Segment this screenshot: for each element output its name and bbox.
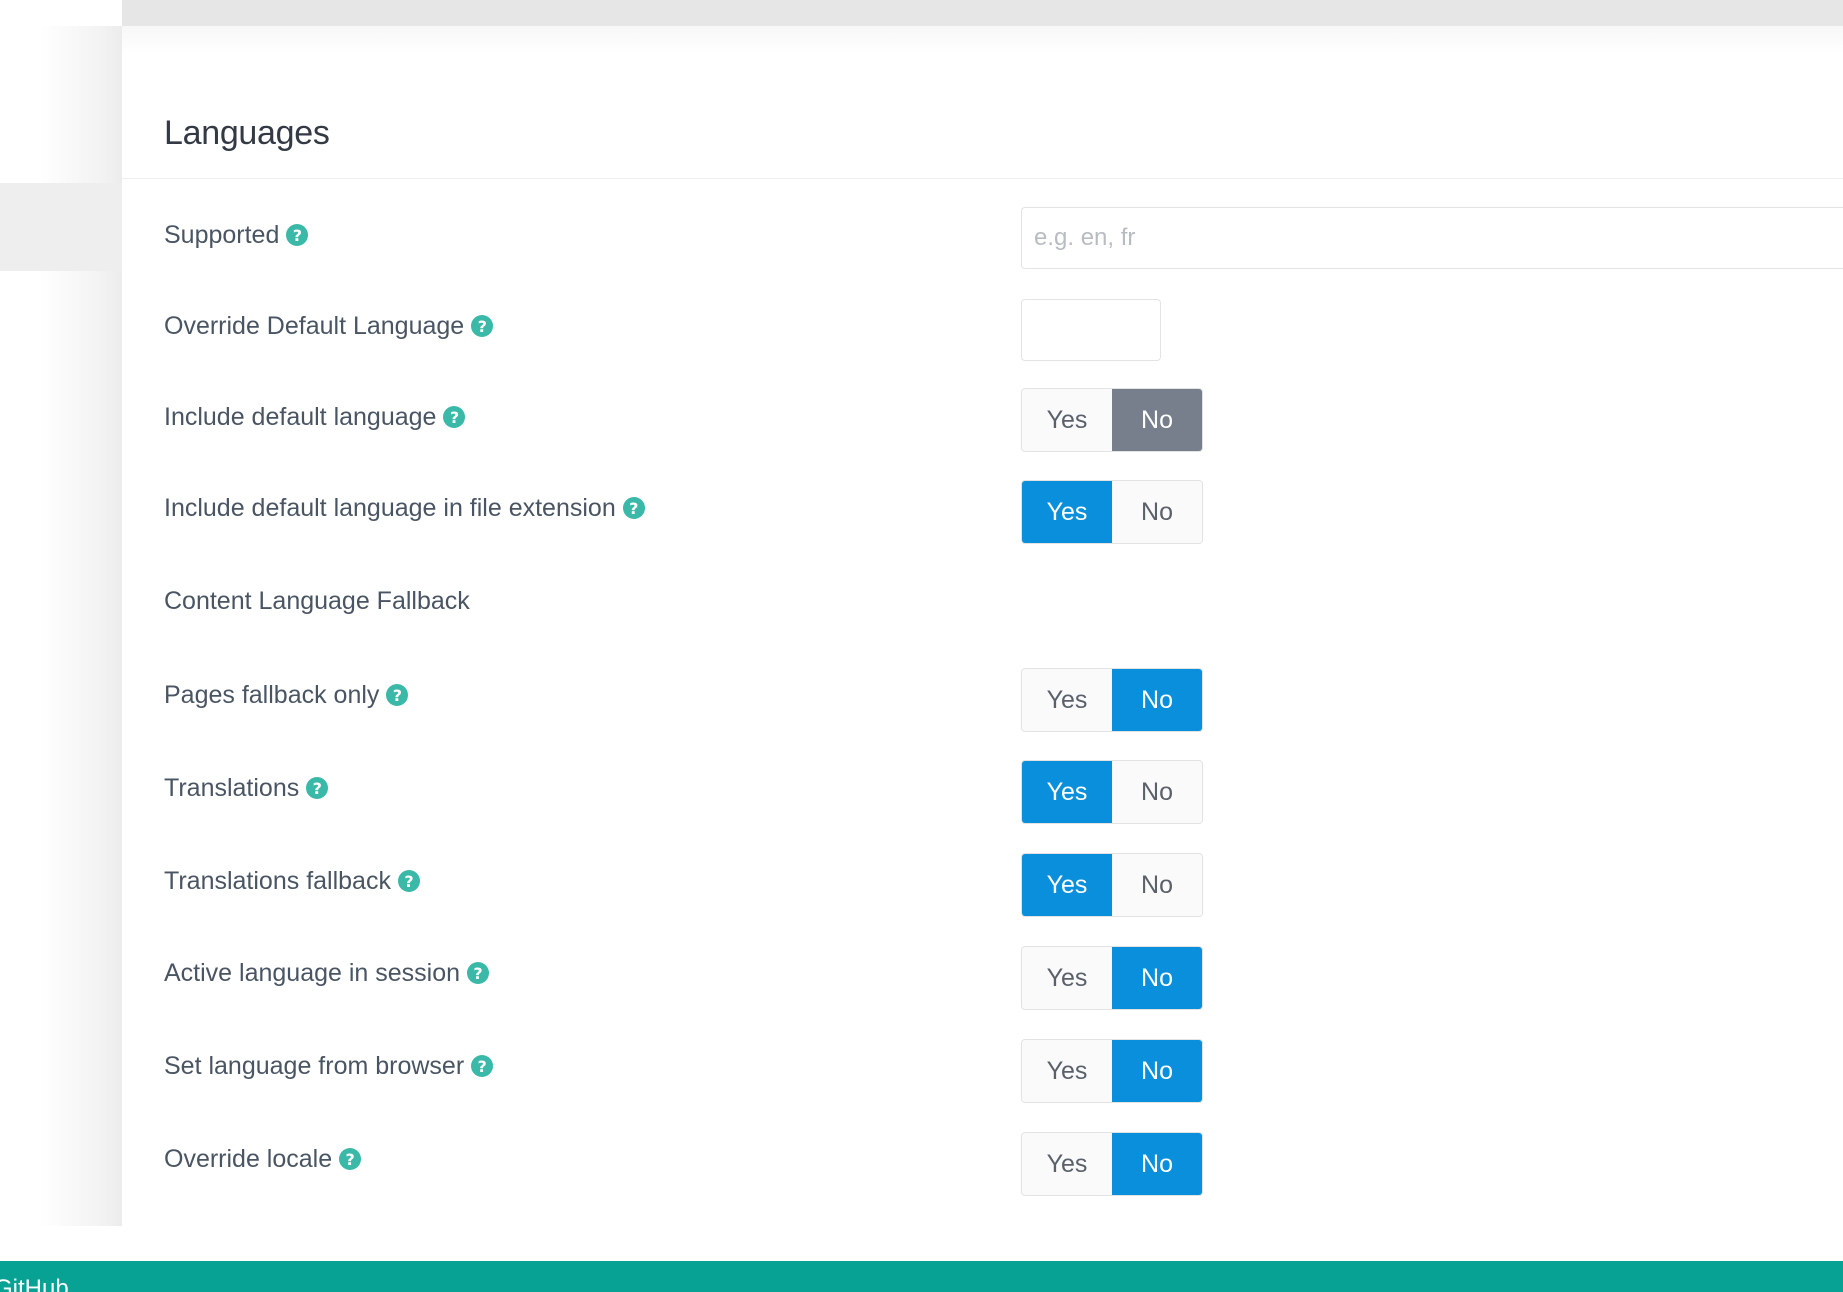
help-icon[interactable]: ?: [467, 962, 490, 984]
translations-label-text: Translations: [164, 773, 300, 802]
yes-option[interactable]: Yes: [1022, 481, 1112, 543]
translations-fallback-toggle[interactable]: Yes No: [1021, 853, 1203, 917]
include-default-language-in-file-extension-label: Include default language in file extensi…: [164, 491, 645, 525]
supported-input[interactable]: [1021, 207, 1843, 269]
override-default-language-input[interactable]: [1021, 299, 1161, 361]
no-option[interactable]: No: [1112, 669, 1202, 731]
active-language-in-session-label: Active language in session ?: [164, 956, 490, 990]
translations-label: Translations ?: [164, 771, 329, 805]
pages-fallback-only-label: Pages fallback only ?: [164, 678, 409, 712]
help-icon[interactable]: ?: [339, 1148, 362, 1170]
yes-option[interactable]: Yes: [1022, 761, 1112, 823]
top-bar-shadow: [122, 26, 1843, 54]
help-icon[interactable]: ?: [286, 224, 309, 246]
help-icon[interactable]: ?: [471, 1055, 494, 1077]
title-divider: [122, 178, 1843, 179]
include-default-language-toggle[interactable]: Yes No: [1021, 388, 1203, 452]
override-default-language-label-text: Override Default Language: [164, 311, 465, 340]
help-icon[interactable]: ?: [443, 406, 466, 428]
github-link[interactable]: GitHub: [0, 1275, 69, 1292]
override-default-language-label: Override Default Language ?: [164, 309, 494, 343]
active-language-in-session-label-text: Active language in session: [164, 958, 461, 987]
yes-option[interactable]: Yes: [1022, 947, 1112, 1009]
help-icon[interactable]: ?: [306, 777, 329, 799]
translations-fallback-label: Translations fallback ?: [164, 864, 420, 898]
include-default-language-label: Include default language ?: [164, 400, 466, 434]
no-option[interactable]: No: [1112, 761, 1202, 823]
set-language-from-browser-toggle[interactable]: Yes No: [1021, 1039, 1203, 1103]
no-option[interactable]: No: [1112, 947, 1202, 1009]
panel-title: Languages: [164, 114, 330, 152]
translations-fallback-label-text: Translations fallback: [164, 866, 391, 895]
override-locale-label: Override locale ?: [164, 1142, 362, 1176]
yes-option[interactable]: Yes: [1022, 669, 1112, 731]
override-locale-toggle[interactable]: Yes No: [1021, 1132, 1203, 1196]
no-option[interactable]: No: [1112, 854, 1202, 916]
sidebar-active-item[interactable]: [0, 183, 122, 271]
pages-fallback-only-label-text: Pages fallback only: [164, 680, 380, 709]
active-language-in-session-toggle[interactable]: Yes No: [1021, 946, 1203, 1010]
help-icon[interactable]: ?: [471, 315, 494, 337]
translations-toggle[interactable]: Yes No: [1021, 760, 1203, 824]
help-icon[interactable]: ?: [622, 497, 645, 519]
supported-label-text: Supported: [164, 220, 280, 249]
no-option[interactable]: No: [1112, 389, 1202, 451]
yes-option[interactable]: Yes: [1022, 854, 1112, 916]
footer-bar: GitHub: [0, 1261, 1843, 1292]
no-option[interactable]: No: [1112, 481, 1202, 543]
yes-option[interactable]: Yes: [1022, 1040, 1112, 1102]
top-bar: [122, 0, 1843, 26]
yes-option[interactable]: Yes: [1022, 1133, 1112, 1195]
help-icon[interactable]: ?: [386, 684, 409, 706]
supported-label: Supported ?: [164, 218, 309, 252]
content-language-fallback-label: Content Language Fallback: [164, 584, 470, 618]
content-language-fallback-label-text: Content Language Fallback: [164, 586, 470, 615]
no-option[interactable]: No: [1112, 1040, 1202, 1102]
include-default-language-in-file-extension-label-text: Include default language in file extensi…: [164, 493, 616, 522]
yes-option[interactable]: Yes: [1022, 389, 1112, 451]
set-language-from-browser-label: Set language from browser ?: [164, 1049, 494, 1083]
include-default-language-in-file-extension-toggle[interactable]: Yes No: [1021, 480, 1203, 544]
override-locale-label-text: Override locale: [164, 1144, 333, 1173]
no-option[interactable]: No: [1112, 1133, 1202, 1195]
help-icon[interactable]: ?: [397, 870, 420, 892]
include-default-language-label-text: Include default language: [164, 402, 437, 431]
pages-fallback-only-toggle[interactable]: Yes No: [1021, 668, 1203, 732]
set-language-from-browser-label-text: Set language from browser: [164, 1051, 465, 1080]
